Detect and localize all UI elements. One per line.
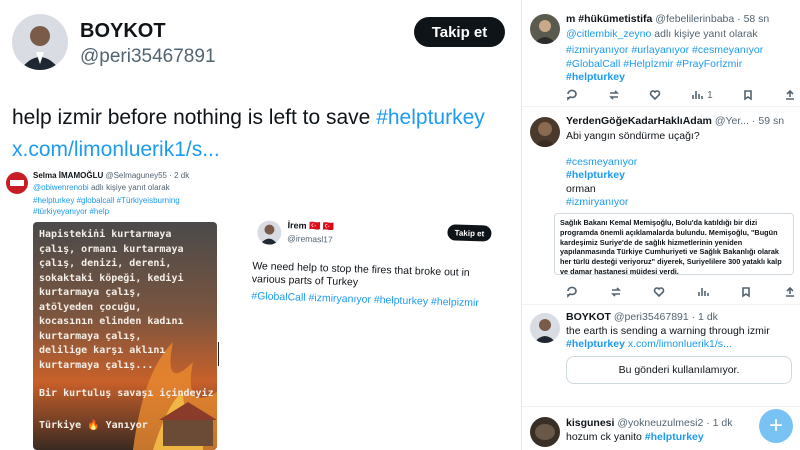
tweet-plain-word: orman: [566, 183, 596, 195]
embedded-hashtags: #helpturkey #globalcall #Türkiyeisburnin…: [33, 196, 180, 205]
hashtag-link[interactable]: #cesmeyanıyor: [566, 156, 794, 170]
hashtag-link[interactable]: #helpturkey: [376, 106, 485, 129]
tweet-text: Abi yangın söndürme uçağı?: [566, 130, 700, 142]
quoted-follow-button: Takip et: [447, 224, 492, 242]
tweet-header: BOYKOT @peri35467891 · 1 dk: [566, 311, 718, 323]
feed-tweet[interactable]: YerdenGöğeKadarHaklıAdam @Yer... · 59 sn…: [522, 107, 800, 303]
avatar[interactable]: [530, 417, 560, 447]
quoted-handle: @iremasl17: [287, 233, 333, 245]
tweet-header: kisgunesi @yokneuzulmesi2 · 1 dk: [566, 417, 733, 429]
like-icon[interactable]: [649, 89, 661, 101]
avatar[interactable]: [530, 117, 560, 147]
feed-tweet[interactable]: BOYKOT @peri35467891 · 1 dk the earth is…: [522, 305, 800, 405]
tweet-hashtags[interactable]: #izmiryanıyor #urlayanıyor #cesmeyanıyor: [566, 44, 794, 58]
bookmark-icon[interactable]: [740, 286, 752, 298]
embedded-screenshot: Selma İMAMOĞLU @Selmaguney55 · 2 dk @obi…: [0, 166, 520, 450]
tweet-link[interactable]: x.com/limonluerik1/s...: [12, 138, 220, 162]
poster-text: Hapisteki̇ni kurtarmaya çalış, ormanı ku…: [39, 229, 184, 371]
share-icon[interactable]: [784, 286, 796, 298]
hashtag-link[interactable]: #helpturkey: [566, 169, 794, 183]
embedded-avatar: [6, 172, 28, 194]
tweet-header: YerdenGöğeKadarHaklıAdam @Yer... · 59 sn: [566, 115, 785, 127]
views-icon[interactable]: [697, 286, 709, 298]
tweet-hashtags-2[interactable]: #GlobalCall #Helpİzmir #PrayForİzmir: [566, 58, 794, 72]
poster-footer: Türkiye 🔥 Yanıyor: [39, 420, 148, 431]
news-card[interactable]: Sağlık Bakanı Kemal Memişoğlu, Bolu'da k…: [554, 213, 794, 275]
retweet-icon[interactable]: [610, 286, 622, 298]
embedded-hashtags-2: #türkiyeyanıyor #help: [33, 207, 110, 216]
poster-subtitle: Bir kurtuluş savaşı içindeyiz: [39, 388, 214, 399]
quoted-hashtags: #GlobalCall #izmiryanıyor #helpturkey #h…: [251, 290, 480, 310]
avatar[interactable]: [12, 14, 68, 70]
tweet-hashtags-3[interactable]: #helpturkey: [566, 71, 794, 85]
reply-icon[interactable]: [566, 89, 578, 101]
tweet-text: the earth is sending a warning through i…: [566, 325, 770, 337]
hashtag-link[interactable]: #izmiryanıyor: [566, 196, 794, 210]
unavailable-card: Bu gönderi kullanılamıyor.: [566, 356, 792, 384]
tweet-actions: [566, 285, 796, 299]
embedded-reply-to: @obiwenrenobi adlı kişiye yanıt olarak: [33, 183, 170, 192]
avatar[interactable]: [530, 313, 560, 343]
quoted-tweet-image: İrem 🇹🇷 🇹🇷 @iremasl17 Takip et We need h…: [246, 212, 500, 340]
views-icon[interactable]: 1: [691, 89, 713, 101]
quoted-name: İrem 🇹🇷 🇹🇷: [287, 220, 335, 232]
compose-button[interactable]: +: [759, 409, 793, 443]
quoted-text: We need help to stop the fires that brok…: [251, 260, 470, 289]
main-tweet-image: BOYKOT @peri35467891 Takip et help izmir…: [0, 0, 520, 450]
embedded-header: Selma İMAMOĞLU @Selmaguney55 · 2 dk: [33, 171, 190, 180]
reply-to: @citlembik_zeyno adlı kişiye yanıt olara…: [566, 28, 758, 40]
avatar[interactable]: [530, 14, 560, 44]
feed-column: m #hükümetistifa @febelilerinbaba · 58 s…: [521, 0, 800, 450]
display-name: BOYKOT: [80, 20, 166, 42]
bookmark-icon[interactable]: [742, 89, 754, 101]
like-icon[interactable]: [653, 286, 665, 298]
handle: @peri35467891: [80, 46, 216, 67]
follow-button[interactable]: Takip et: [414, 17, 505, 47]
share-icon[interactable]: [784, 89, 796, 101]
tweet-link-line: #helpturkey x.com/limonluerik1/s...: [566, 338, 732, 350]
cursor-line: [218, 342, 219, 366]
retweet-icon[interactable]: [608, 89, 620, 101]
feed-tweet[interactable]: m #hükümetistifa @febelilerinbaba · 58 s…: [522, 0, 800, 104]
fire-poster-image: Hapisteki̇ni kurtarmaya çalış, ormanı ku…: [33, 222, 217, 450]
tweet-header: m #hükümetistifa @febelilerinbaba · 58 s…: [566, 13, 770, 25]
reply-icon[interactable]: [566, 286, 578, 298]
tweet-actions: 1: [566, 88, 796, 102]
quoted-avatar: [256, 220, 282, 245]
tweet-text: help izmir before nothing is left to sav…: [12, 106, 485, 129]
